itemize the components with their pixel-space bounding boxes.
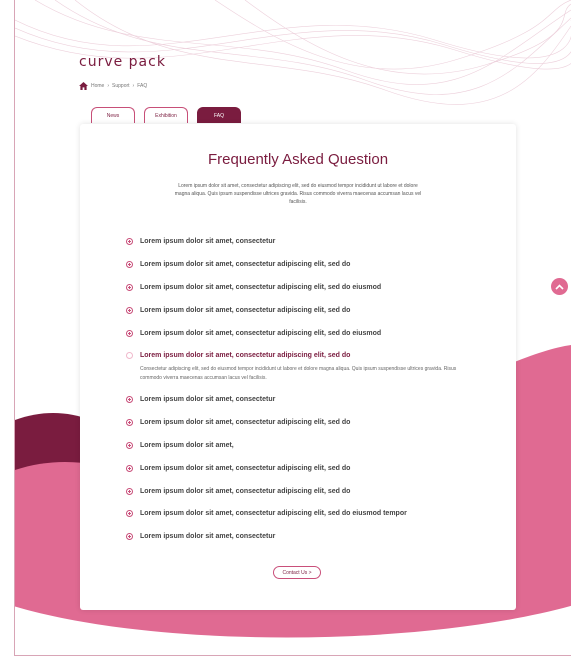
faq-item[interactable]: Lorem ipsum dolor sit amet, consectetur … — [126, 330, 381, 337]
breadcrumb-separator: › — [107, 83, 110, 89]
plus-icon[interactable] — [126, 465, 133, 472]
faq-item[interactable]: Lorem ipsum dolor sit amet, consectetur … — [126, 510, 407, 517]
faq-question[interactable]: Lorem ipsum dolor sit amet, consectetur … — [140, 488, 350, 495]
faq-question[interactable]: Lorem ipsum dolor sit amet, consectetur … — [140, 261, 350, 268]
faq-item[interactable]: Lorem ipsum dolor sit amet, consectetur — [126, 396, 275, 403]
section-tabs: News Exhibition FAQ — [91, 107, 241, 123]
tab-news[interactable]: News — [91, 107, 135, 123]
tab-faq[interactable]: FAQ — [197, 107, 241, 123]
faq-answer: Consectetur adipiscing elit, sed do eius… — [140, 366, 457, 381]
plus-icon[interactable] — [126, 488, 133, 495]
breadcrumb-support[interactable]: Support — [112, 83, 130, 89]
faq-question[interactable]: Lorem ipsum dolor sit amet, consectetur … — [140, 284, 381, 291]
plus-icon[interactable] — [126, 419, 133, 426]
breadcrumb-separator: › — [132, 83, 135, 89]
faq-intro: Lorem ipsum dolor sit amet, consectetur … — [174, 183, 422, 205]
plus-icon[interactable] — [126, 442, 133, 449]
faq-question[interactable]: Lorem ipsum dolor sit amet, consectetur … — [140, 465, 350, 472]
home-icon[interactable] — [79, 82, 88, 90]
faq-card: Frequently Asked Question Lorem ipsum do… — [80, 124, 516, 610]
faq-question[interactable]: Lorem ipsum dolor sit amet, consectetur — [140, 238, 275, 245]
faq-item[interactable]: Lorem ipsum dolor sit amet, consectetur … — [126, 284, 381, 291]
faq-question-active[interactable]: Lorem ipsum dolor sit amet, consectetur … — [140, 352, 350, 359]
plus-icon[interactable] — [126, 396, 133, 403]
faq-item[interactable]: Lorem ipsum dolor sit amet, consectetur … — [126, 419, 350, 426]
plus-icon[interactable] — [126, 510, 133, 517]
faq-item[interactable]: Lorem ipsum dolor sit amet, consectetur — [126, 238, 275, 245]
faq-question[interactable]: Lorem ipsum dolor sit amet, consectetur … — [140, 330, 381, 337]
faq-item[interactable]: Lorem ipsum dolor sit amet, consectetur — [126, 533, 275, 540]
faq-question[interactable]: Lorem ipsum dolor sit amet, consectetur — [140, 533, 275, 540]
faq-question[interactable]: Lorem ipsum dolor sit amet, consectetur … — [140, 419, 350, 426]
page-frame: curve pack Home › Support › FAQ News Exh… — [14, 0, 571, 656]
breadcrumb-faq: FAQ — [137, 83, 148, 89]
breadcrumb-home[interactable]: Home — [91, 83, 104, 89]
brand-logo[interactable]: curve pack — [79, 54, 166, 70]
faq-item[interactable]: Lorem ipsum dolor sit amet, consectetur … — [126, 488, 350, 495]
faq-item[interactable]: Lorem ipsum dolor sit amet, consectetur … — [126, 261, 350, 268]
plus-icon[interactable] — [126, 238, 133, 245]
plus-icon[interactable] — [126, 307, 133, 314]
tab-exhibition[interactable]: Exhibition — [144, 107, 188, 123]
faq-question[interactable]: Lorem ipsum dolor sit amet, consectetur — [140, 396, 275, 403]
faq-question[interactable]: Lorem ipsum dolor sit amet, consectetur … — [140, 307, 350, 314]
page-title: Frequently Asked Question — [207, 151, 389, 168]
faq-question[interactable]: Lorem ipsum dolor sit amet, — [140, 442, 234, 449]
faq-item[interactable]: Lorem ipsum dolor sit amet, — [126, 442, 234, 449]
faq-question[interactable]: Lorem ipsum dolor sit amet, consectetur … — [140, 510, 407, 517]
scroll-to-top-button[interactable] — [551, 278, 568, 295]
chevron-up-icon — [555, 283, 564, 290]
plus-icon[interactable] — [126, 533, 133, 540]
faq-item-expanded[interactable]: Lorem ipsum dolor sit amet, consectetur … — [126, 352, 350, 359]
plus-icon[interactable] — [126, 261, 133, 268]
plus-icon[interactable] — [126, 330, 133, 337]
collapse-icon[interactable] — [126, 352, 133, 359]
plus-icon[interactable] — [126, 284, 133, 291]
faq-item[interactable]: Lorem ipsum dolor sit amet, consectetur … — [126, 307, 350, 314]
breadcrumb: Home › Support › FAQ — [79, 82, 147, 90]
faq-item[interactable]: Lorem ipsum dolor sit amet, consectetur … — [126, 465, 350, 472]
contact-us-button[interactable]: Contact Us > — [273, 566, 321, 579]
